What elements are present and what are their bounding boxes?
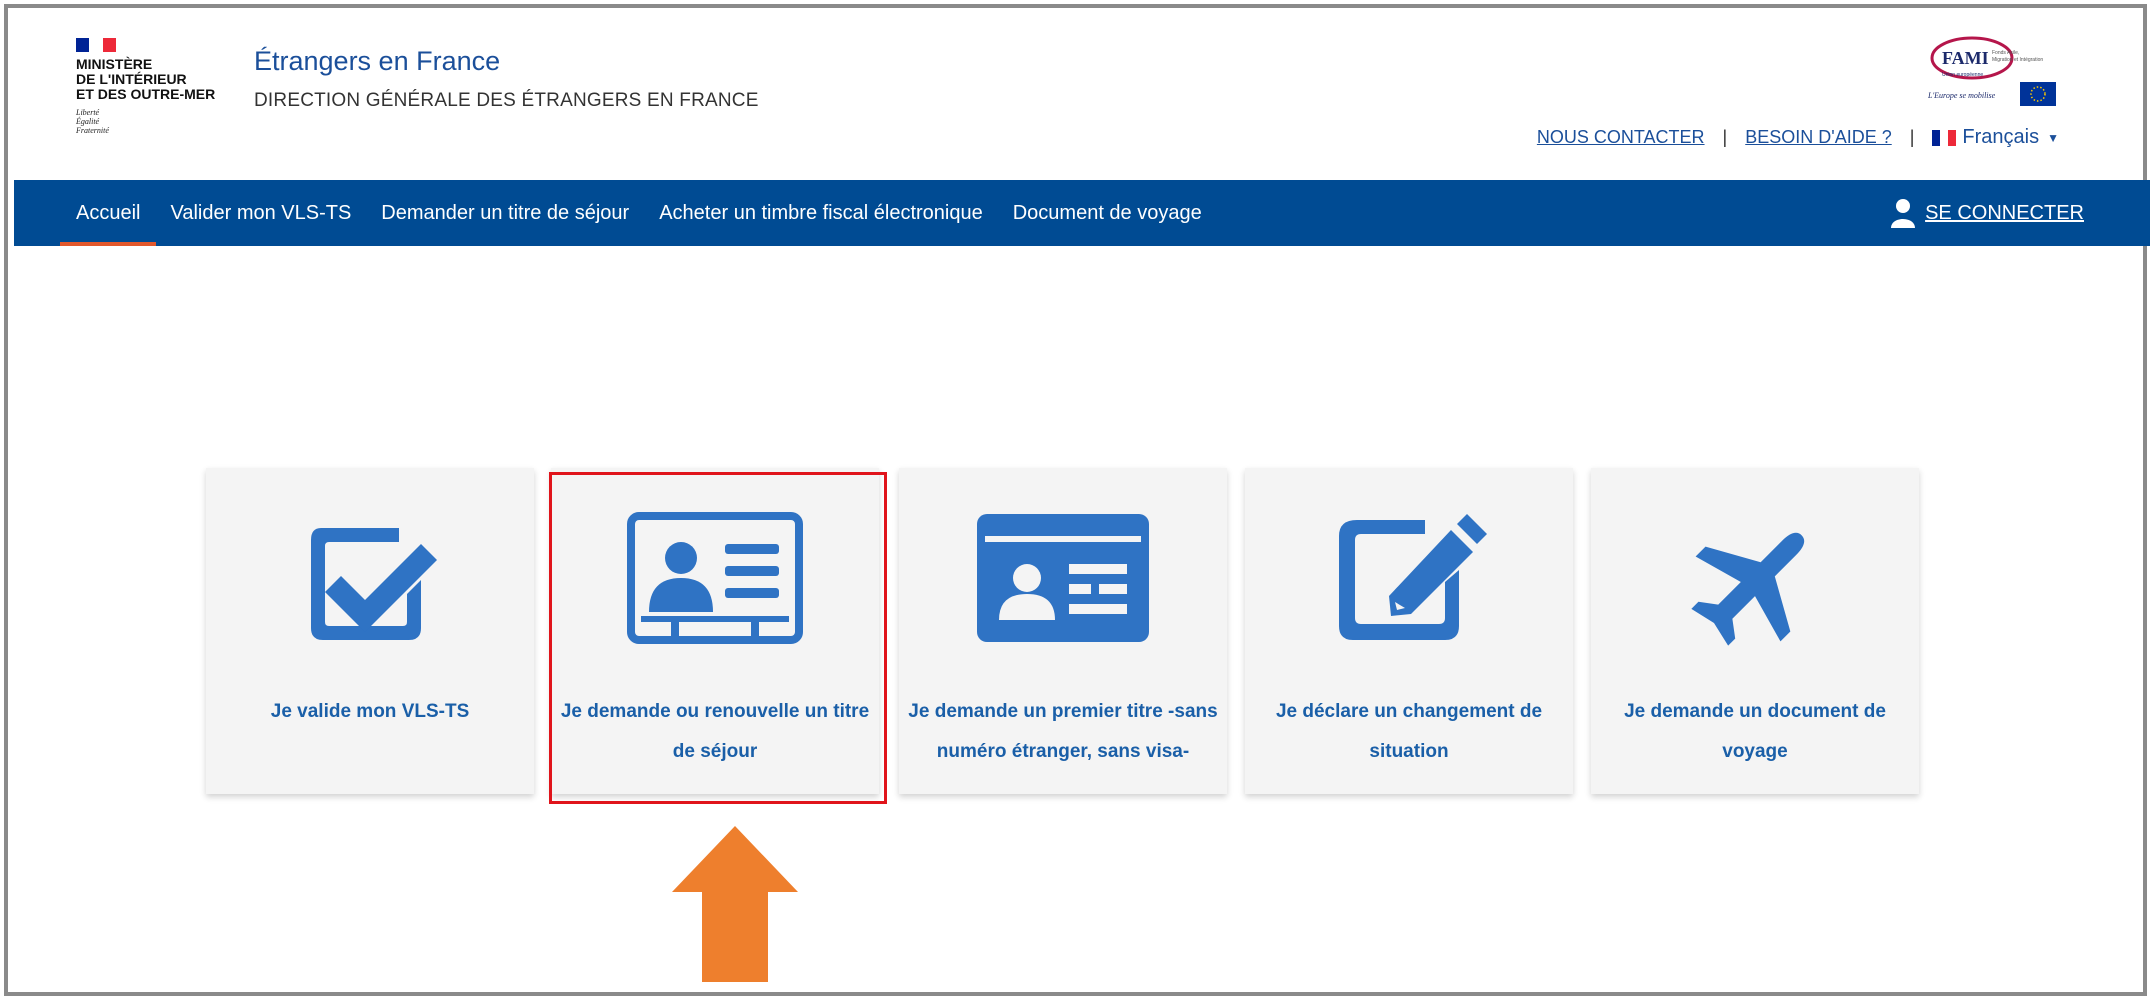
separator: | bbox=[1722, 127, 1728, 147]
separator: | bbox=[1909, 127, 1915, 147]
card-renouveler-titre[interactable]: Je demande ou renouvelle un titre de séj… bbox=[551, 468, 879, 794]
svg-text:Fonds Asile,: Fonds Asile, bbox=[1992, 50, 2019, 56]
top-links: NOUS CONTACTER | BESOIN D'AIDE ? | Franç… bbox=[1537, 126, 2059, 149]
card-document-voyage[interactable]: Je demande un document de voyage bbox=[1591, 468, 1919, 794]
edit-icon bbox=[1339, 514, 1487, 640]
card-valider-vls-ts[interactable]: Je valide mon VLS-TS bbox=[206, 468, 534, 794]
language-label: Français bbox=[1962, 126, 2040, 148]
svg-text:Migration et Intégration: Migration et Intégration bbox=[1992, 57, 2043, 63]
user-icon bbox=[1891, 199, 1916, 228]
main-nav: Accueil Valider mon VLS-TS Demander un t… bbox=[14, 180, 2150, 246]
french-flag-icon bbox=[1932, 129, 1957, 146]
nav-item-valider-vls-ts[interactable]: Valider mon VLS-TS bbox=[170, 180, 351, 246]
nav-item-titre-sejour[interactable]: Demander un titre de séjour bbox=[381, 180, 629, 246]
svg-text:Union européenne: Union européenne bbox=[1942, 72, 1983, 78]
card-changement-situation[interactable]: Je déclare un changement de situation bbox=[1245, 468, 1573, 794]
card-premier-titre[interactable]: Je demande un premier titre -sans numéro… bbox=[899, 468, 1227, 794]
card-label: Je demande un premier titre -sans numéro… bbox=[908, 701, 1218, 762]
plane-icon bbox=[1691, 532, 1805, 646]
card-label: Je valide mon VLS-TS bbox=[270, 701, 470, 722]
caret-down-icon: ▼ bbox=[2047, 130, 2059, 145]
site-title[interactable]: Étrangers en France bbox=[254, 46, 500, 77]
fami-logo: FAMI Fonds Asile, Migration et Intégrati… bbox=[1928, 36, 2056, 106]
card-label: Je demande ou renouvelle un titre de séj… bbox=[560, 701, 870, 762]
marianne-logo bbox=[76, 38, 116, 52]
nav-item-accueil[interactable]: Accueil bbox=[60, 180, 157, 246]
checkbox-icon bbox=[311, 528, 437, 640]
nav-item-document-voyage[interactable]: Document de voyage bbox=[1013, 180, 1202, 246]
login-label: SE CONNECTER bbox=[1925, 201, 2084, 224]
language-selector[interactable]: Français ▼ bbox=[1932, 126, 2059, 149]
site-subtitle: DIRECTION GÉNÉRALE DES ÉTRANGERS EN FRAN… bbox=[254, 90, 759, 111]
id-badge-icon bbox=[627, 512, 803, 644]
login-button[interactable]: SE CONNECTER bbox=[1891, 180, 2084, 246]
republic-motto: Liberté Égalité Fraternité bbox=[76, 108, 109, 135]
help-link[interactable]: BESOIN D'AIDE ? bbox=[1745, 127, 1891, 148]
card-label: Je demande un document de voyage bbox=[1624, 701, 1886, 762]
arrow-up-icon bbox=[672, 826, 798, 982]
svg-text:FAMI: FAMI bbox=[1942, 48, 1989, 68]
id-card-icon bbox=[977, 514, 1149, 642]
ministry-name: MINISTÈRE DE L'INTÉRIEUR ET DES OUTRE-ME… bbox=[76, 56, 216, 102]
card-label: Je déclare un changement de situation bbox=[1275, 701, 1543, 762]
svg-text:L'Europe se mobilise: L'Europe se mobilise bbox=[1928, 91, 1996, 100]
contact-link[interactable]: NOUS CONTACTER bbox=[1537, 127, 1705, 148]
nav-item-timbre-fiscal[interactable]: Acheter un timbre fiscal électronique bbox=[659, 180, 983, 246]
